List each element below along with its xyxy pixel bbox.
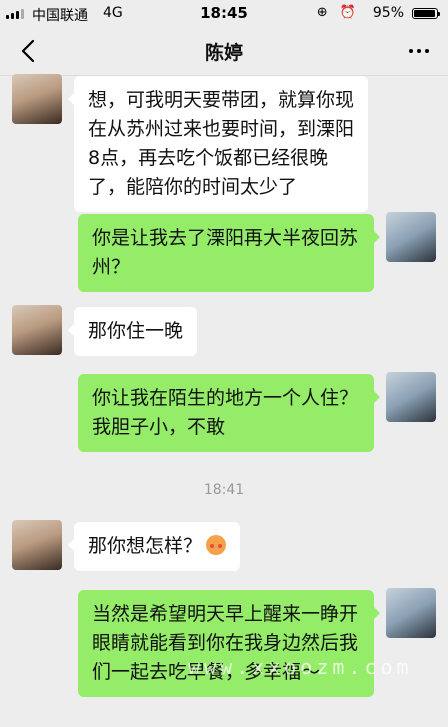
watermark: www.xxoozm.com [188, 655, 413, 679]
contact-avatar[interactable] [12, 305, 62, 355]
more-icon [409, 49, 413, 53]
message-text: 想，可我明天要带团，就算你现在从苏州过来也要时间，到溧阳8点，再去吃个饭都已经很… [88, 89, 355, 198]
contact-avatar[interactable] [12, 520, 62, 570]
status-bar: 中国联通 4G 18:45 ⊕ ⏰ 95% [0, 0, 448, 28]
alarm-icon: ⊕ ⏰ [316, 5, 360, 20]
message-bubble[interactable]: 想，可我明天要带团，就算你现在从苏州过来也要时间，到溧阳8点，再去吃个饭都已经很… [68, 76, 368, 212]
battery-percent: 95% [372, 5, 404, 21]
self-avatar[interactable] [386, 588, 436, 638]
message-bubble[interactable]: 你是让我去了溧阳再大半夜回苏州？ [78, 214, 380, 292]
message-text: 那你住一晚 [88, 320, 184, 342]
message-bubble[interactable]: 当然是希望明天早上醒来一睁开眼睛就能看到你在我身边然后我们一起去吃早餐，多幸福～ [78, 590, 380, 697]
contact-avatar[interactable] [12, 74, 62, 124]
self-avatar[interactable] [386, 212, 436, 262]
message-text: 你让我在陌生的地方一个人住？我胆子小，不敢 [92, 387, 359, 438]
chat-title: 陈婷 [204, 42, 243, 64]
more-options-button[interactable] [404, 36, 434, 66]
message-bubble[interactable]: 那你住一晚 [67, 307, 198, 356]
chat-header: 陈婷 [0, 28, 448, 76]
chat-timestamp: 18:41 [203, 482, 245, 498]
battery-icon [412, 8, 440, 19]
message-bubble[interactable]: 你让我在陌生的地方一个人住？我胆子小，不敢 [78, 374, 380, 452]
message-text: 你是让我去了溧阳再大半夜回苏州？ [92, 227, 359, 278]
message-bubble[interactable]: 那你想怎样？ [67, 522, 241, 571]
self-avatar[interactable] [386, 372, 436, 422]
message-text: 那你想怎样？ [88, 535, 203, 557]
flushed-face-icon [206, 535, 227, 555]
